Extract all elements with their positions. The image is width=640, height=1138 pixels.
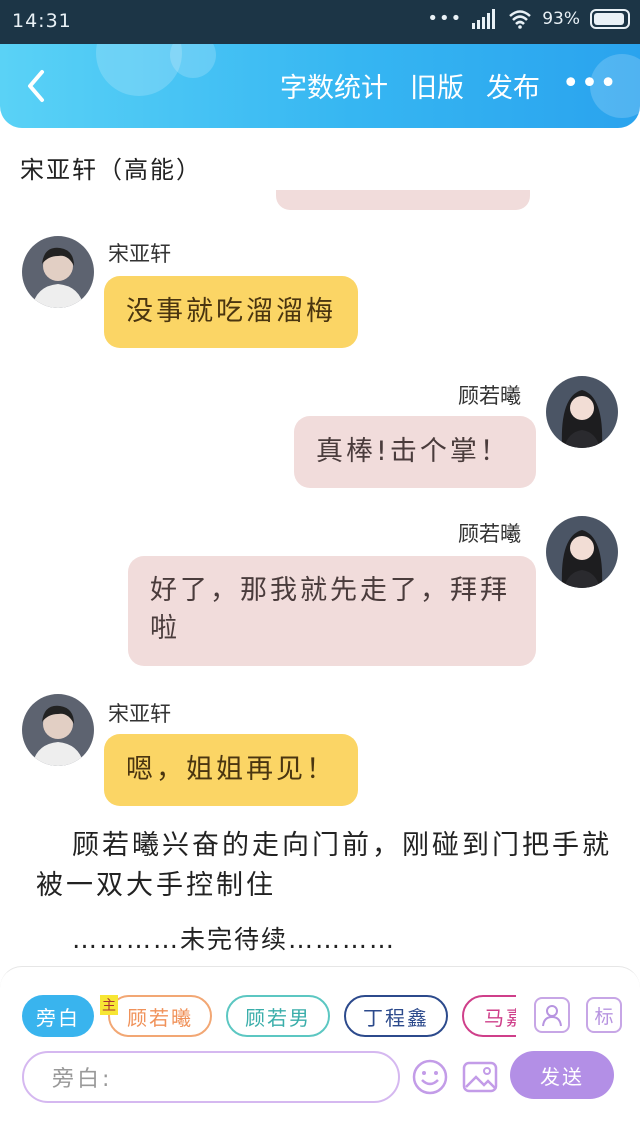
male-avatar-icon [22,694,94,766]
female-avatar-icon [546,376,618,448]
header-decoration [96,44,182,96]
back-button[interactable] [18,64,58,108]
more-options-button[interactable]: ••• [562,66,618,101]
character-chips: 旁白 顾若曦 顾若男 丁程鑫 马嘉 [22,995,516,1039]
top-header: 字数统计 旧版 发布 ••• [0,44,640,128]
chip-gu-ruonan[interactable]: 顾若男 [226,995,330,1037]
chip-ma-jia[interactable]: 马嘉 [462,995,516,1037]
old-version-button[interactable]: 旧版 [410,66,464,105]
header-actions: 字数统计 旧版 发布 [280,66,540,105]
status-time: 14:31 [12,10,72,32]
signal-icon [472,8,496,29]
wifi-icon [509,9,532,29]
notification-dots-icon: ••• [427,8,463,29]
publish-button[interactable]: 发布 [486,66,540,105]
message-input[interactable]: 旁白: [22,1051,400,1103]
sender-name: 顾若曦 [458,522,521,546]
message-bubble[interactable]: 没事就吃溜溜梅 [104,276,358,348]
status-bar: 14:31 ••• 93% [0,0,640,44]
avatar-gu-ruoxi[interactable] [546,516,618,588]
female-avatar-icon [546,516,618,588]
avatar-song-yaxuan[interactable] [22,694,94,766]
message-bubble[interactable]: 真棒!击个掌！ [294,416,536,488]
main-role-badge: 主 [100,995,118,1015]
smiley-icon [412,1059,448,1095]
message-bubble[interactable]: 嗯，姐姐再见！ [104,734,358,806]
person-icon [542,1005,562,1027]
to-be-continued-text: …………未完待续………… [72,925,397,954]
add-character-button[interactable] [534,997,570,1033]
chip-narrator[interactable]: 旁白 [22,995,94,1037]
status-icons: ••• 93% [427,8,630,29]
mark-button[interactable]: 标 [586,997,622,1033]
male-avatar-icon [22,236,94,308]
send-button[interactable]: 发送 [510,1051,614,1099]
input-panel: 旁白 顾若曦 顾若男 丁程鑫 马嘉 主 标 旁白: 发送 [0,966,640,1138]
battery-icon [590,8,630,29]
chip-gu-ruoxi[interactable]: 顾若曦 [108,995,212,1037]
image-icon [462,1061,498,1093]
avatar-song-yaxuan[interactable] [22,236,94,308]
sender-name: 宋亚轩 [108,242,171,266]
chip-ding-chengxin[interactable]: 丁程鑫 [344,995,448,1037]
word-count-button[interactable]: 字数统计 [280,66,388,105]
story-title: 宋亚轩（高能） [20,156,202,184]
battery-percent: 93% [542,8,580,29]
image-button[interactable] [462,1059,498,1095]
previous-message-bubble [276,190,530,210]
message-bubble[interactable]: 好了，那我就先走了，拜拜啦 [128,556,536,666]
avatar-gu-ruoxi[interactable] [546,376,618,448]
sender-name: 顾若曦 [458,384,521,408]
sender-name: 宋亚轩 [108,702,171,726]
emoji-button[interactable] [412,1059,448,1095]
chevron-left-icon [28,70,44,102]
narration-text: 顾若曦兴奋的走向门前，刚碰到门把手就被一双大手控制住 [36,830,612,901]
